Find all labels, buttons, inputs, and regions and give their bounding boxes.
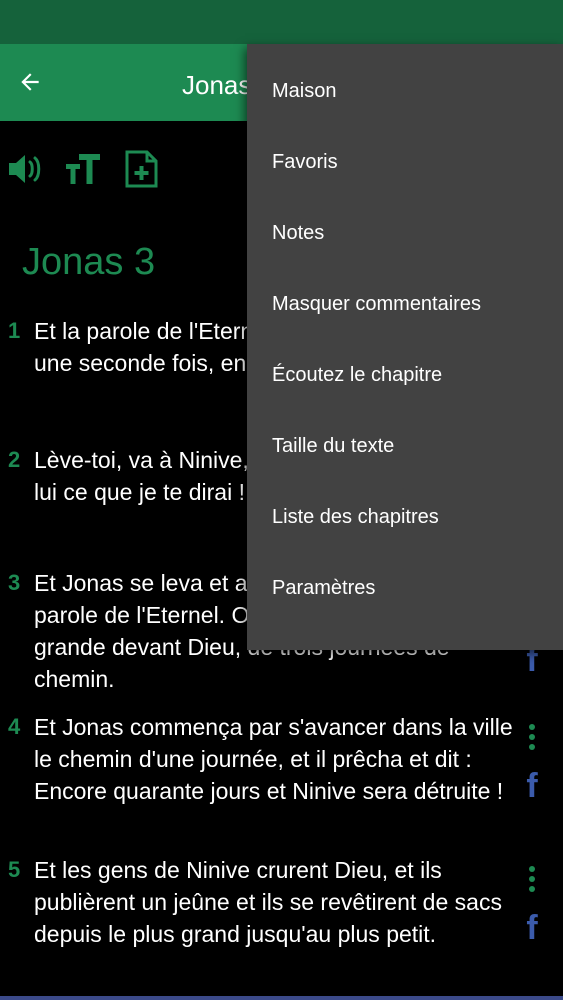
kebab-icon [529,724,535,730]
text-size-button[interactable] [64,149,102,189]
bottom-edge [0,996,563,1000]
verse-number: 4 [8,714,21,739]
verse-number: 5 [8,857,21,882]
verse-item: 4 Et Jonas commença par s'avancer dans l… [8,711,528,807]
menu-item-chapter-list[interactable]: Liste des chapitres [247,482,563,553]
menu-item-hide-comments[interactable]: Masquer commentaires [247,269,563,340]
status-bar [0,0,563,44]
arrow-left-icon [21,73,39,91]
kebab-icon [529,866,535,872]
menu-item-settings[interactable]: Paramètres [247,553,563,624]
back-button[interactable] [10,62,50,102]
chapter-heading: Jonas 3 [22,241,156,283]
menu-item-notes[interactable]: Notes [247,198,563,269]
menu-item-text-size[interactable]: Taille du texte [247,411,563,482]
speaker-icon [9,155,41,183]
verse-actions: f [518,859,546,949]
verse-number: 1 [8,318,21,343]
note-add-icon [125,150,158,188]
verse-text: Et Jonas commença par s'avancer dans la … [34,714,513,804]
chapter-toolbar [6,149,160,189]
verse-more-button[interactable] [518,859,546,899]
verse-text: Et les gens de Ninive crurent Dieu, et i… [34,857,502,947]
verse-number: 3 [8,570,21,595]
menu-item-listen-chapter[interactable]: Écoutez le chapitre [247,340,563,411]
verse-number: 2 [8,447,21,472]
verse-more-button[interactable] [518,717,546,757]
verse-item: 5 Et les gens de Ninive crurent Dieu, et… [8,854,528,950]
menu-item-home[interactable]: Maison [247,56,563,127]
listen-button[interactable] [6,149,44,189]
facebook-icon[interactable]: f [518,907,546,949]
facebook-icon[interactable]: f [518,765,546,807]
menu-item-favorites[interactable]: Favoris [247,127,563,198]
text-size-icon [66,154,100,184]
add-note-button[interactable] [122,149,160,189]
overflow-menu: Maison Favoris Notes Masquer commentaire… [247,44,563,650]
verse-actions: f [518,717,546,807]
